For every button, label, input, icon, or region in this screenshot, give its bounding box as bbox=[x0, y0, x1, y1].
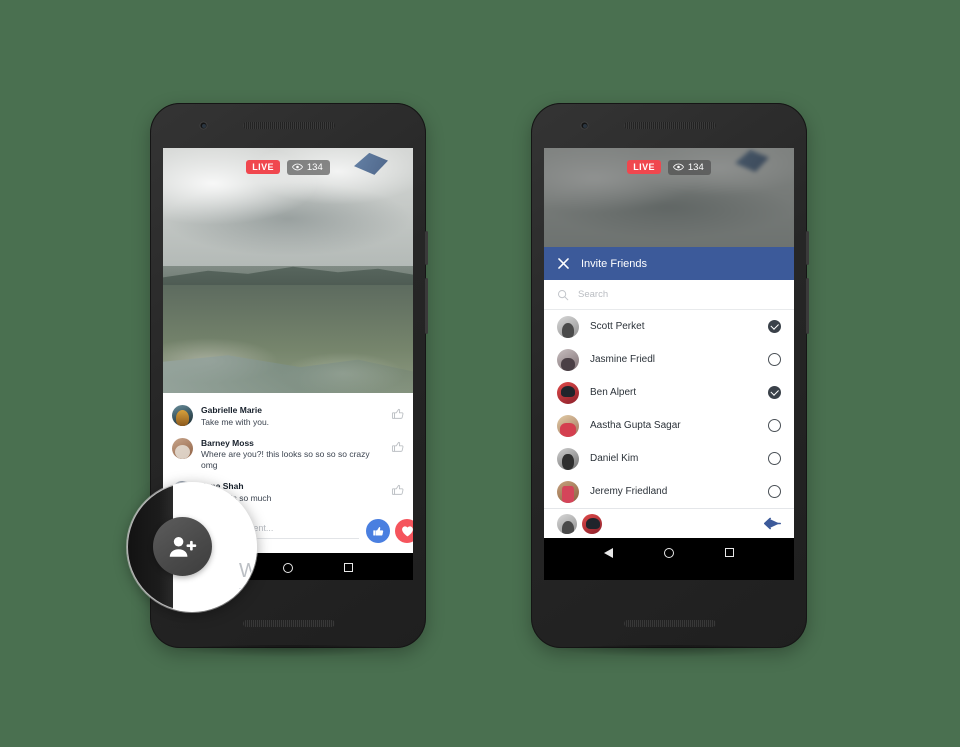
viewer-count-badge: 134 bbox=[286, 160, 330, 175]
zoom-input-underline bbox=[239, 588, 257, 589]
avatar bbox=[557, 447, 579, 470]
live-video-left[interactable]: LIVE 134 bbox=[163, 148, 413, 393]
comment-item[interactable]: Barney Moss Where are you?! this looks s… bbox=[163, 433, 413, 477]
heart-icon bbox=[401, 526, 413, 537]
thumbs-up-icon bbox=[372, 526, 383, 536]
add-person-icon bbox=[169, 536, 196, 557]
friend-name: Jasmine Friedl bbox=[590, 354, 656, 365]
zoom-comment-input: Wr bbox=[239, 560, 257, 582]
scene: LIVE 134 Gabrielle Marie Take me with yo… bbox=[0, 0, 960, 747]
send-arrow-icon[interactable] bbox=[764, 516, 781, 531]
live-video-right[interactable]: LIVE 134 bbox=[544, 148, 794, 247]
selected-avatar[interactable] bbox=[557, 513, 577, 534]
select-toggle-checked[interactable] bbox=[768, 320, 781, 333]
friend-row[interactable]: Jeremy Friedland bbox=[544, 475, 794, 508]
power-button[interactable] bbox=[806, 231, 809, 265]
friend-row[interactable]: Daniel Kim bbox=[544, 442, 794, 475]
zoom-comment-author: e Shah bbox=[255, 508, 257, 520]
home-circle-icon[interactable] bbox=[282, 562, 293, 573]
avatar bbox=[557, 315, 579, 338]
friend-name: Daniel Kim bbox=[590, 453, 639, 464]
earpiece-grille bbox=[624, 122, 716, 129]
comment-author: Jane Shah bbox=[201, 481, 244, 492]
thumbs-up-outline-icon[interactable] bbox=[391, 483, 405, 497]
comment-author: Gabrielle Marie bbox=[201, 405, 262, 415]
select-toggle-unchecked[interactable] bbox=[768, 419, 781, 432]
recents-square-icon[interactable] bbox=[343, 562, 354, 573]
phone-right: LIVE 134 Invite Friends Search Scott Per… bbox=[531, 103, 809, 657]
friend-name: Aastha Gupta Sagar bbox=[590, 420, 681, 431]
volume-button[interactable] bbox=[425, 278, 428, 334]
comment-item[interactable]: Gabrielle Marie Take me with you. bbox=[163, 400, 413, 433]
avatar bbox=[557, 348, 579, 371]
zoom-callout: e Shah ve this Wr bbox=[127, 482, 257, 612]
select-toggle-unchecked[interactable] bbox=[768, 452, 781, 465]
invite-friends-header: Invite Friends bbox=[544, 247, 794, 280]
thumbs-up-outline-icon[interactable] bbox=[391, 407, 405, 421]
eye-icon bbox=[672, 163, 684, 171]
avatar bbox=[557, 414, 579, 437]
front-camera-icon bbox=[199, 121, 208, 130]
friend-row[interactable]: Aastha Gupta Sagar bbox=[544, 409, 794, 442]
comment-body: Barney Moss Where are you?! this looks s… bbox=[201, 438, 383, 472]
select-toggle-checked[interactable] bbox=[768, 386, 781, 399]
viewer-count-value: 134 bbox=[687, 161, 704, 173]
friend-name: Ben Alpert bbox=[590, 387, 637, 398]
viewer-count-badge: 134 bbox=[667, 160, 711, 175]
friend-row[interactable]: Ben Alpert bbox=[544, 376, 794, 409]
right-screen: LIVE 134 Invite Friends Search Scott Per… bbox=[544, 148, 794, 580]
recents-square-icon[interactable] bbox=[724, 547, 735, 558]
live-badge: LIVE bbox=[246, 160, 280, 175]
avatar bbox=[172, 405, 193, 426]
bottom-speaker-grille bbox=[624, 620, 716, 627]
select-toggle-unchecked[interactable] bbox=[768, 485, 781, 498]
viewer-count-value: 134 bbox=[306, 161, 323, 173]
close-x-icon[interactable] bbox=[557, 257, 570, 270]
eye-icon bbox=[291, 163, 303, 171]
love-reaction-button[interactable] bbox=[395, 519, 413, 544]
like-reaction-button[interactable] bbox=[366, 519, 390, 544]
send-bar bbox=[544, 508, 794, 538]
back-triangle-icon[interactable] bbox=[603, 547, 613, 558]
zoom-comment-text: ve this bbox=[255, 524, 257, 536]
search-input[interactable]: Search bbox=[578, 289, 608, 300]
friend-name: Scott Perket bbox=[590, 321, 645, 332]
friend-list: Scott Perket Jasmine Friedl Ben Alpert A… bbox=[544, 310, 794, 508]
comment-text: Where are you?! this looks so so so so c… bbox=[201, 449, 370, 471]
thumbs-up-outline-icon[interactable] bbox=[391, 440, 405, 454]
power-button[interactable] bbox=[425, 231, 428, 265]
invite-friends-title: Invite Friends bbox=[581, 257, 648, 270]
comment-author: Barney Moss bbox=[201, 437, 254, 448]
video-badges-right: LIVE 134 bbox=[544, 160, 794, 175]
friend-row[interactable]: Jasmine Friedl bbox=[544, 343, 794, 376]
selected-avatar[interactable] bbox=[582, 513, 602, 534]
search-icon bbox=[557, 289, 569, 300]
bottom-speaker-grille bbox=[243, 620, 335, 627]
android-navbar-right bbox=[544, 538, 794, 567]
front-camera-icon bbox=[580, 121, 589, 130]
select-toggle-unchecked[interactable] bbox=[768, 353, 781, 366]
invite-friends-button[interactable] bbox=[153, 517, 212, 576]
friend-name: Jeremy Friedland bbox=[590, 486, 668, 497]
search-row[interactable]: Search bbox=[544, 280, 794, 310]
reaction-buttons bbox=[366, 519, 413, 544]
volume-button[interactable] bbox=[806, 278, 809, 334]
avatar bbox=[172, 437, 193, 459]
comment-body: Gabrielle Marie Take me with you. bbox=[201, 405, 383, 428]
video-badges-left: LIVE 134 bbox=[163, 160, 413, 175]
earpiece-grille bbox=[243, 122, 335, 129]
zoom-callout-content: e Shah ve this Wr bbox=[127, 482, 257, 612]
home-circle-icon[interactable] bbox=[663, 547, 674, 558]
live-badge: LIVE bbox=[627, 160, 661, 175]
avatar bbox=[557, 480, 579, 503]
avatar bbox=[557, 381, 579, 404]
comment-text: Take me with you. bbox=[201, 416, 270, 427]
friend-row[interactable]: Scott Perket bbox=[544, 310, 794, 343]
